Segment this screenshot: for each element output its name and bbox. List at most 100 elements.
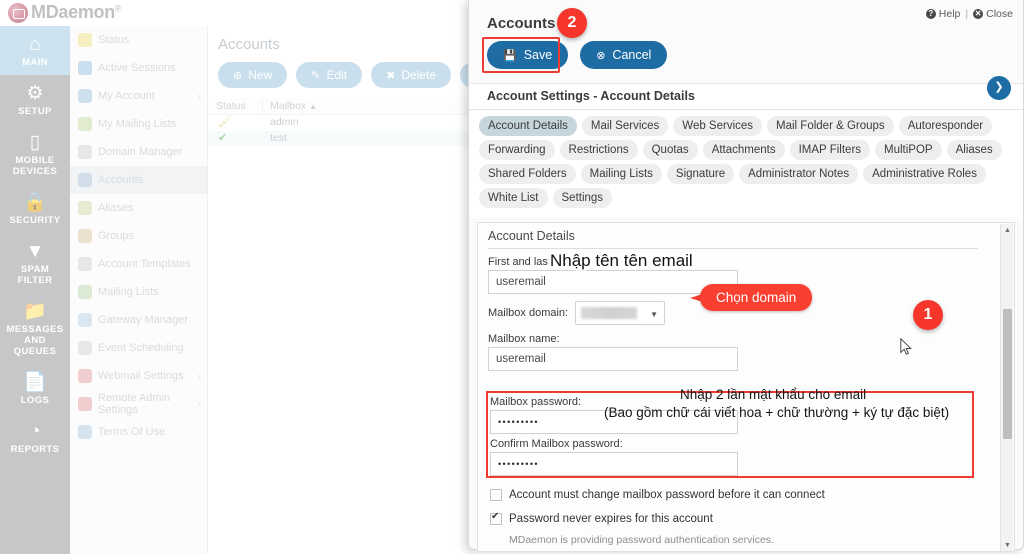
help-label: Help [938,8,961,20]
annotation-password-note-line2: (Bao gồm chữ cái viết hoa + chữ thường +… [604,405,950,420]
menu-item-remote-admin-settings[interactable]: Remote Admin Settings › [70,390,207,418]
new-button[interactable]: ⊕ New [218,62,288,88]
nav-item-main[interactable]: ⌂ MAIN [0,26,70,75]
tab-forwarding[interactable]: Forwarding [479,140,555,160]
people-icon [78,173,92,187]
chevron-down-icon[interactable]: ❯ [987,76,1011,100]
menu-item-accounts[interactable]: Accounts [70,166,207,194]
annotation-password-note-line1: Nhập 2 lần mật khẩu cho email [680,387,867,402]
nav-item-spam-filter[interactable]: ▼ SPAM FILTER [0,233,70,293]
tab-mailing-lists[interactable]: Mailing Lists [580,164,662,184]
menu-item-aliases[interactable]: Aliases [70,194,207,222]
plus-circle-icon: ⊕ [233,69,243,82]
column-header-status[interactable]: Status [216,100,246,112]
step-badge-1: 1 [913,300,943,330]
nav-item-messages-and-queues[interactable]: 📁 MESSAGES AND QUEUES [0,293,70,364]
annotation-domain-callout: Chọn domain [700,284,813,311]
scrollbar-thumb[interactable] [1003,309,1012,439]
tab-administrative-roles[interactable]: Administrative Roles [863,164,986,184]
menu-item-domain-manager[interactable]: Domain Manager [70,138,207,166]
mailbox-domain-select[interactable]: ▼ [575,301,665,325]
tab-mail-services[interactable]: Mail Services [581,116,669,136]
app-logo-text: MDaemon® [31,2,122,22]
tab-autoresponder[interactable]: Autoresponder [898,116,993,136]
password-never-expires-checkbox[interactable] [490,511,502,525]
password-never-expires-checkbox-row[interactable]: Password never expires for this account [490,511,713,525]
column-divider [262,99,263,113]
tab-multipop[interactable]: MultiPOP [875,140,942,160]
tab-row: White List Settings [479,188,1013,208]
menu-item-gateway-manager[interactable]: Gateway Manager [70,306,207,334]
close-link[interactable]: ✕ Close [973,8,1013,20]
wrench-icon: 🖌 [218,116,232,128]
menu-item-event-scheduling[interactable]: Event Scheduling [70,334,207,362]
save-button[interactable]: 💾 Save [487,41,569,69]
mailbox-domain-label: Mailbox domain: [488,307,569,319]
nav-item-label: LOGS [20,395,50,406]
secondary-menu: Status Active Sessions My Account › My Maili… [70,26,208,554]
tab-web-services[interactable]: Web Services [673,116,763,136]
nav-item-logs[interactable]: 📄 LOGS [0,364,70,413]
menu-item-mailing-lists[interactable]: Mailing Lists [70,278,207,306]
scroll-up-icon[interactable]: ▲ [1001,224,1014,237]
gears-icon: ⚙ [26,83,44,104]
mailbox-domain-value-redacted [581,307,637,319]
must-change-password-label: Account must change mailbox password bef… [509,489,825,501]
menu-item-label: Domain Manager [98,146,183,158]
menu-item-webmail-settings[interactable]: Webmail Settings › [70,362,207,390]
menu-item-groups[interactable]: Groups [70,222,207,250]
nav-item-label: MOBILE DEVICES [12,155,58,177]
tab-quotas[interactable]: Quotas [642,140,698,160]
mailbox-name-input[interactable] [488,347,738,371]
menu-item-my-mailing-lists[interactable]: My Mailing Lists [70,110,207,138]
panel-scrollbar[interactable]: ▲ ▼ [1000,224,1014,551]
nav-item-security[interactable]: 🔒 SECURITY [0,184,70,233]
alias-icon [78,201,92,215]
menu-item-label: Mailing Lists [98,286,159,298]
menu-item-terms-of-use[interactable]: Terms Of Use [70,418,207,446]
confirm-mailbox-password-input[interactable]: ••••••••• [490,452,738,476]
annotation-name-note: Nhập tên tên email [550,251,693,270]
must-change-password-checkbox-row[interactable]: Account must change mailbox password bef… [490,489,825,501]
must-change-password-checkbox[interactable] [490,489,502,501]
scroll-down-icon[interactable]: ▼ [1001,539,1014,551]
cancel-label: Cancel [612,48,652,62]
column-header-mailbox[interactable]: Mailbox ▲ [270,100,317,112]
tab-signature[interactable]: Signature [666,164,735,184]
nav-item-reports[interactable]: ◔ REPORTS [0,413,70,462]
delete-button[interactable]: ✖ Delete [371,62,452,88]
screenshot-root: MDaemon® ⌂ MAIN ⚙ SETUP ▯ MOBILE DEVICES 🔒 SECUR… [0,0,1024,554]
nav-item-label: SPAM FILTER [17,264,53,286]
tab-attachments[interactable]: Attachments [702,140,785,160]
terms-icon [78,425,92,439]
home-icon: ⌂ [29,34,41,55]
tab-administrator-notes[interactable]: Administrator Notes [739,164,859,184]
mdaemon-logo-icon [8,2,28,23]
tab-white-list[interactable]: White List [479,188,548,208]
tab-settings[interactable]: Settings [552,188,613,208]
menu-item-account-templates[interactable]: Account Templates [70,250,207,278]
nav-item-label: SECURITY [9,215,61,226]
tab-imap-filters[interactable]: IMAP Filters [789,140,871,160]
menu-item-my-account[interactable]: My Account › [70,82,207,110]
edit-button[interactable]: ✎ Edit [296,62,363,88]
menu-item-label: My Account [98,90,155,102]
tab-shared-folders[interactable]: Shared Folders [479,164,576,184]
tab-mail-folder-groups[interactable]: Mail Folder & Groups [767,116,894,136]
mouse-cursor-icon [900,338,912,355]
nav-item-label: MESSAGES AND QUEUES [6,324,64,357]
menu-item-active-sessions[interactable]: Active Sessions [70,54,207,82]
toolbar-button-label: Delete [401,68,437,82]
menu-item-label: Event Scheduling [98,342,184,354]
menu-item-status[interactable]: Status [70,26,207,54]
tab-aliases[interactable]: Aliases [946,140,1002,160]
save-label: Save [523,48,553,62]
tab-account-details[interactable]: Account Details [479,116,577,136]
nav-item-setup[interactable]: ⚙ SETUP [0,75,70,124]
sort-ascending-icon: ▲ [309,102,318,111]
pencil-square-icon: ✎ [311,69,321,82]
nav-item-mobile-devices[interactable]: ▯ MOBILE DEVICES [0,124,70,184]
cancel-button[interactable]: ⊗ Cancel [580,41,668,69]
tab-restrictions[interactable]: Restrictions [559,140,638,160]
help-link[interactable]: ? Help [925,8,961,20]
